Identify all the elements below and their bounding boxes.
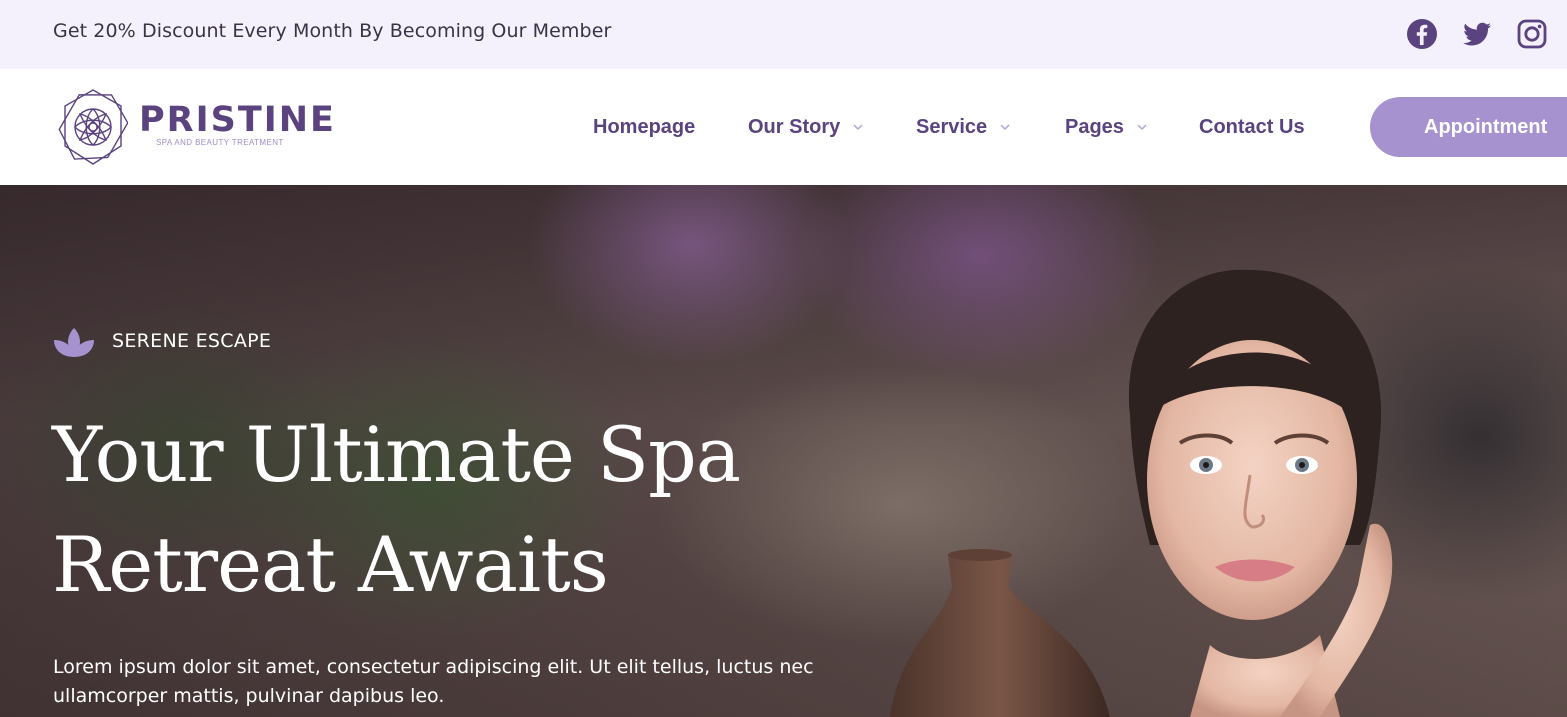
twitter-icon[interactable] bbox=[1461, 18, 1493, 50]
nav-item-pages[interactable]: Pages bbox=[1065, 113, 1148, 141]
hero-title-line: Your Ultimate Spa bbox=[52, 410, 741, 499]
hero-eyebrow: SERENE ESCAPE bbox=[112, 330, 272, 352]
nav-label: Homepage bbox=[593, 115, 696, 138]
site-logo[interactable]: PRISTINE SPA AND BEAUTY TREATMENT bbox=[58, 88, 334, 168]
logo-tagline: SPA AND BEAUTY TREATMENT bbox=[156, 138, 284, 147]
chevron-down-icon bbox=[852, 121, 864, 133]
lotus-mandala-icon bbox=[58, 89, 128, 165]
nav-label: Pages bbox=[1065, 115, 1124, 138]
instagram-icon[interactable] bbox=[1516, 18, 1548, 50]
nav-item-service[interactable]: Service bbox=[916, 113, 1011, 141]
hero-description: Lorem ipsum dolor sit amet, consectetur … bbox=[53, 656, 814, 707]
chevron-down-icon bbox=[1136, 121, 1148, 133]
promo-text: Get 20% Discount Every Month By Becoming… bbox=[53, 20, 612, 42]
lotus-icon bbox=[54, 328, 94, 357]
nav-label: Service bbox=[916, 115, 988, 138]
logo-name: PRISTINE bbox=[139, 100, 336, 140]
chevron-down-icon bbox=[999, 121, 1011, 133]
nav-label: Our Story bbox=[748, 115, 841, 138]
appointment-button[interactable]: Appointment bbox=[1370, 97, 1567, 157]
hero-title: Your Ultimate Spa Retreat Awaits bbox=[52, 400, 852, 620]
promo-bar: Get 20% Discount Every Month By Becoming… bbox=[0, 0, 1567, 69]
spa-woman-image bbox=[1128, 269, 1393, 717]
facebook-icon[interactable] bbox=[1406, 18, 1438, 50]
nav-label: Contact Us bbox=[1199, 115, 1305, 138]
nav-item-our-story[interactable]: Our Story bbox=[748, 113, 864, 141]
nav-item-homepage[interactable]: Homepage bbox=[593, 113, 695, 141]
hero-section: SERENE ESCAPE Your Ultimate Spa Retreat … bbox=[0, 185, 1567, 717]
nav-item-contact-us[interactable]: Contact Us bbox=[1199, 113, 1305, 141]
hero-title-line: Retreat Awaits bbox=[52, 520, 609, 609]
